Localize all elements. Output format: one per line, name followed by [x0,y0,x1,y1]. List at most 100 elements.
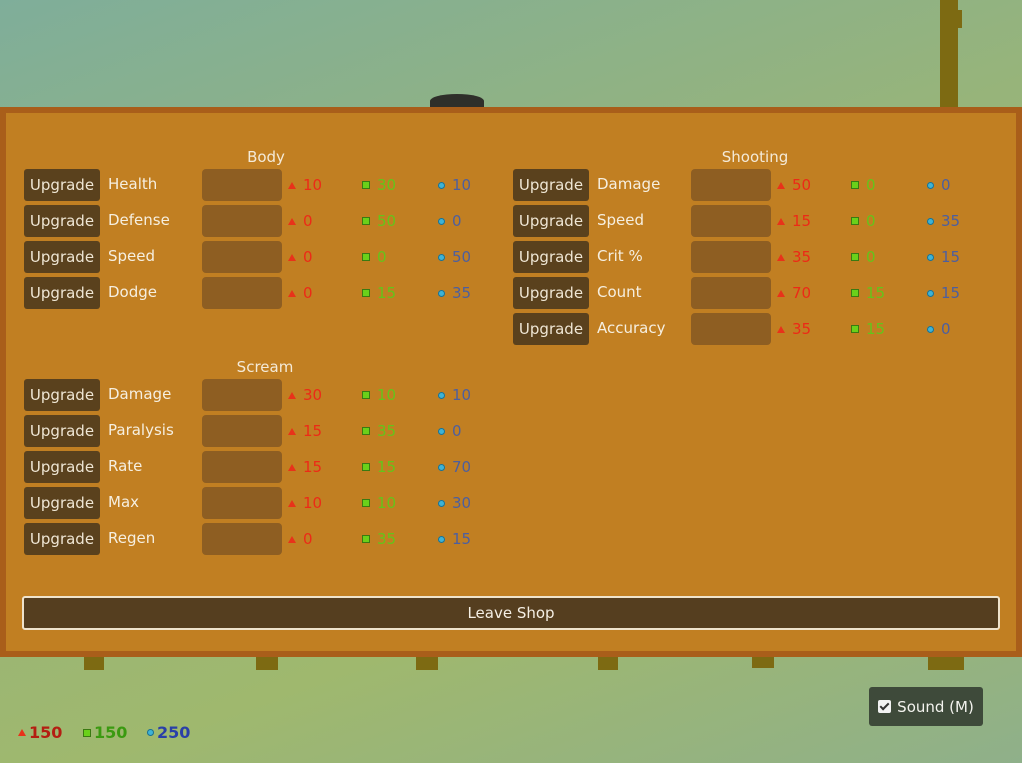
upgrade-row-shooting: Upgrade Count 70 15 15 [513,277,993,309]
upgrade-progress-bar [202,487,282,519]
upgrade-button[interactable]: Upgrade [24,415,100,447]
upgrade-button[interactable]: Upgrade [24,205,100,237]
cost-blue: 10 [438,386,471,404]
triangle-icon [777,289,785,297]
stat-label: Speed [597,211,645,229]
cost-green: 35 [362,422,396,440]
cost-red-value: 0 [303,248,313,266]
triangle-icon [288,499,296,507]
cost-red: 15 [777,212,811,230]
cost-blue-value: 30 [452,494,472,512]
stat-label: Health [108,175,158,193]
cost-red: 50 [777,176,811,194]
upgrade-row-scream: Upgrade Damage 30 10 10 [24,379,504,411]
upgrade-button[interactable]: Upgrade [513,205,589,237]
sound-checkbox[interactable] [878,700,892,713]
cost-green: 0 [851,248,876,266]
cost-blue: 0 [927,320,951,338]
cost-red-value: 0 [303,284,313,302]
cost-red-value: 0 [303,212,313,230]
cost-blue-value: 10 [452,386,472,404]
square-icon [83,728,91,737]
upgrade-button[interactable]: Upgrade [513,313,589,345]
upgrade-progress-bar [691,241,771,273]
stat-label: Accuracy [597,319,666,337]
upgrade-row-body: Upgrade Speed 0 0 50 [24,241,504,273]
upgrade-row-body: Upgrade Defense 0 50 0 [24,205,504,237]
upgrade-button[interactable]: Upgrade [24,379,100,411]
star-icon [927,217,934,225]
star-icon [438,217,445,225]
cost-blue: 0 [438,212,462,230]
square-icon [362,253,370,261]
background-peg [598,656,618,670]
upgrade-button[interactable]: Upgrade [24,523,100,555]
shop-panel: Body Scream Shooting Upgrade Health 10 30 10… [0,107,1022,657]
cost-blue-value: 35 [452,284,472,302]
background-peg [928,656,964,670]
cost-green-value: 15 [866,284,886,302]
square-icon [362,499,370,507]
triangle-icon [777,253,785,261]
upgrade-row-shooting: Upgrade Crit % 35 0 15 [513,241,993,273]
resource-red: 150 [18,723,62,742]
square-icon [851,181,859,189]
cost-green-value: 0 [866,212,876,230]
cost-green: 0 [851,176,876,194]
background-peg [416,656,438,670]
cost-red: 0 [288,284,313,302]
upgrade-button[interactable]: Upgrade [24,241,100,273]
upgrade-button[interactable]: Upgrade [513,169,589,201]
sound-toggle[interactable]: Sound (M) [869,687,983,726]
triangle-icon [777,217,785,225]
stat-label: Damage [597,175,661,193]
star-icon [438,499,445,507]
triangle-icon [777,181,785,189]
square-icon [851,325,859,333]
resource-blue-value: 250 [157,723,191,742]
leave-shop-button[interactable]: Leave Shop [22,596,1000,630]
cost-red: 15 [288,422,322,440]
cost-blue-value: 0 [452,212,462,230]
cost-blue: 10 [438,176,471,194]
cost-blue: 50 [438,248,471,266]
upgrade-progress-bar [202,169,282,201]
cost-red-value: 35 [792,248,812,266]
upgrade-row-scream: Upgrade Regen 0 35 15 [24,523,504,555]
square-icon [362,391,370,399]
cost-green: 15 [851,320,885,338]
upgrade-button[interactable]: Upgrade [24,451,100,483]
star-icon [927,181,934,189]
cost-blue: 35 [927,212,960,230]
cost-red: 15 [288,458,322,476]
upgrade-button[interactable]: Upgrade [24,169,100,201]
cost-red: 0 [288,530,313,548]
section-title-scream: Scream [236,358,294,376]
upgrade-progress-bar [202,277,282,309]
cost-green-value: 15 [866,320,886,338]
upgrade-button[interactable]: Upgrade [513,277,589,309]
background-peg [84,656,104,670]
cost-green: 0 [851,212,876,230]
background-post-notch [954,10,962,28]
cost-red-value: 0 [303,530,313,548]
square-icon [851,253,859,261]
cost-green: 15 [362,458,396,476]
cost-blue: 35 [438,284,471,302]
cost-green: 35 [362,530,396,548]
upgrade-button[interactable]: Upgrade [24,487,100,519]
cost-blue-value: 0 [941,320,951,338]
upgrade-progress-bar [202,415,282,447]
cost-green: 10 [362,494,396,512]
star-icon [438,535,445,543]
upgrade-progress-bar [691,313,771,345]
upgrade-progress-bar [202,523,282,555]
upgrade-button[interactable]: Upgrade [24,277,100,309]
triangle-icon [288,181,296,189]
cost-green-value: 50 [377,212,397,230]
upgrade-button[interactable]: Upgrade [513,241,589,273]
square-icon [362,535,370,543]
cost-green-value: 30 [377,176,397,194]
background-peg [256,656,278,670]
cost-blue-value: 70 [452,458,472,476]
